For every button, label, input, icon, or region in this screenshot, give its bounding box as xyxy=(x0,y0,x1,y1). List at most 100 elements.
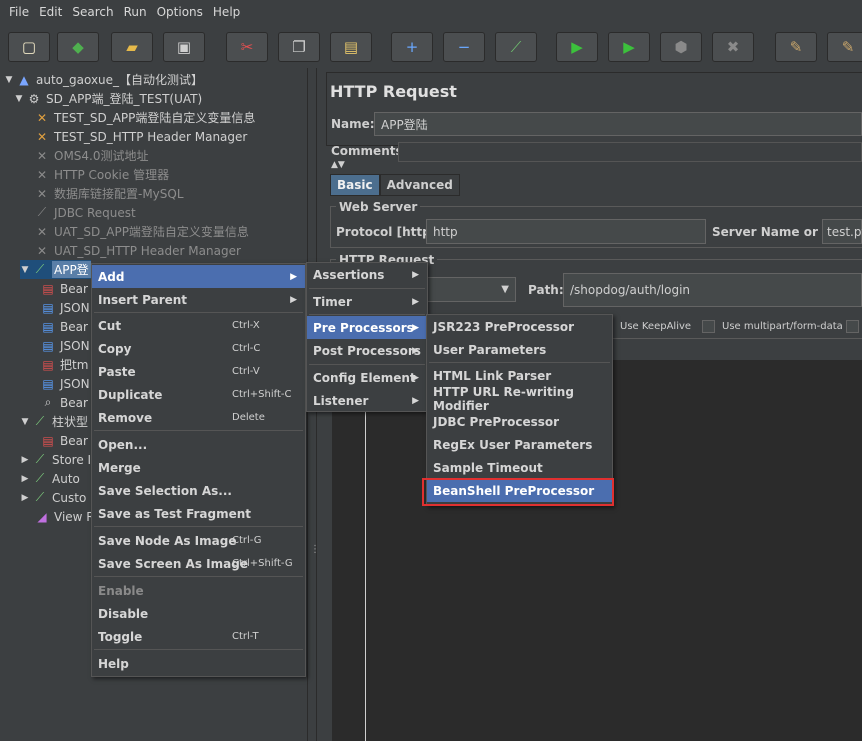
menu-item-save-selection-as[interactable]: Save Selection As... xyxy=(92,479,305,502)
menu-item-duplicate[interactable]: Duplicate Ctrl+Shift-C xyxy=(92,383,305,406)
tree-node[interactable]: ▼ ⟋ 柱状型 xyxy=(20,412,88,431)
collapsed-icon[interactable]: ▶ xyxy=(20,455,30,465)
menu-item-jdbc-preprocessor[interactable]: JDBC PreProcessor xyxy=(427,410,612,433)
expanded-icon[interactable]: ▼ xyxy=(14,94,24,104)
menu-item-post-processors[interactable]: Post Processors ▶ xyxy=(307,339,427,362)
tree-node[interactable]: ▶ ⟋ Custo xyxy=(20,488,87,507)
tree-node[interactable]: ◢ View R xyxy=(32,507,94,526)
menu-item-insert-parent[interactable]: Insert Parent ▶ xyxy=(92,288,305,311)
tree-node[interactable]: ✕ UAT_SD_APP端登陆自定义变量信息 xyxy=(32,222,249,241)
stop-icon: ⬢ xyxy=(674,38,688,56)
server-field[interactable]: test.pt xyxy=(822,219,862,244)
expanded-icon[interactable]: ▼ xyxy=(20,265,30,275)
menu-item-listener[interactable]: Listener ▶ xyxy=(307,389,427,412)
tree-node[interactable]: ✕ OMS4.0测试地址 xyxy=(32,146,149,165)
menu-item-paste[interactable]: Paste Ctrl-V xyxy=(92,360,305,383)
menu-item-sample-timeout[interactable]: Sample Timeout xyxy=(427,456,612,479)
menu-item-save-node-as-image[interactable]: Save Node As Image Ctrl-G xyxy=(92,529,305,552)
tree-node[interactable]: ✕ TEST_SD_HTTP Header Manager xyxy=(32,127,247,146)
tree-node-label: JSON xyxy=(60,376,90,391)
tab-basic[interactable]: Basic xyxy=(330,174,380,196)
tree-node[interactable]: ▼ ⟋ APP登 xyxy=(20,260,91,279)
method-select[interactable]: ▼ xyxy=(426,277,516,302)
tree-node[interactable]: ▤ 把tm xyxy=(38,355,88,374)
start-button[interactable]: ▶ xyxy=(556,32,598,62)
tab-advanced[interactable]: Advanced xyxy=(379,174,460,196)
menu-item-jsr223-preprocessor[interactable]: JSR223 PreProcessor xyxy=(427,315,612,338)
multipart-checkbox[interactable] xyxy=(846,320,859,333)
menu-item-remove[interactable]: Remove Delete xyxy=(92,406,305,429)
keepalive-checkbox[interactable] xyxy=(702,320,715,333)
menu-item-copy[interactable]: Copy Ctrl-C xyxy=(92,337,305,360)
menu-item-timer[interactable]: Timer ▶ xyxy=(307,290,427,313)
tree-node[interactable]: ✕ TEST_SD_APP端登陆自定义变量信息 xyxy=(32,108,255,127)
menu-item-regex-user-parameters[interactable]: RegEx User Parameters xyxy=(427,433,612,456)
protocol-field[interactable]: http xyxy=(426,219,706,244)
menu-item-cut[interactable]: Cut Ctrl-X xyxy=(92,314,305,337)
menu-help[interactable]: Help xyxy=(208,5,245,19)
stop-button[interactable]: ⬢ xyxy=(660,32,702,62)
tree-node[interactable]: ✕ 数据库链接配置-MySQL xyxy=(32,184,184,203)
paste-button[interactable]: ▤ xyxy=(330,32,372,62)
clear-all-button[interactable]: ✎ xyxy=(827,32,862,62)
multipart-label: Use multipart/form-data xyxy=(722,321,843,332)
tree-node[interactable]: ▶ ⟋ Store I xyxy=(20,450,92,469)
splitter-arrows-icon[interactable]: ▲▼ xyxy=(331,160,345,170)
name-field[interactable]: APP登陆 xyxy=(374,112,862,136)
tree-node[interactable]: ⌕ Bear xyxy=(38,393,88,412)
tree-node[interactable]: ▤ JSON xyxy=(38,336,89,355)
collapse-button[interactable]: − xyxy=(443,32,485,62)
start-no-pause-button[interactable]: ▶ xyxy=(608,32,650,62)
tree-node[interactable]: ▤ Bear xyxy=(38,431,88,450)
menu-item-http-url-re-writing-modifier[interactable]: HTTP URL Re-writing Modifier xyxy=(427,385,612,413)
menu-item-save-as-test-fragment[interactable]: Save as Test Fragment xyxy=(92,502,305,525)
tree-node-label: TEST_SD_HTTP Header Manager xyxy=(54,129,248,144)
save-button[interactable]: ▣ xyxy=(163,32,205,62)
tree-node[interactable]: ▼ ⚙ SD_APP端_登陆_TEST(UAT) xyxy=(14,89,203,108)
collapsed-icon[interactable]: ▶ xyxy=(20,493,30,503)
copy-button[interactable]: ❐ xyxy=(278,32,320,62)
tree-node[interactable]: ▤ Bear xyxy=(38,279,88,298)
tree-node[interactable]: ▶ ⟋ Auto xyxy=(20,469,80,488)
menu-run[interactable]: Run xyxy=(119,5,152,19)
menu-item-help[interactable]: Help xyxy=(92,652,305,675)
menu-edit[interactable]: Edit xyxy=(34,5,67,19)
tree-node-label: Bear xyxy=(60,395,88,410)
clear-button[interactable]: ✎ xyxy=(775,32,817,62)
copy-icon: ❐ xyxy=(292,38,306,56)
menu-item-merge[interactable]: Merge xyxy=(92,456,305,479)
open-button[interactable]: ▰ xyxy=(111,32,153,62)
expanded-icon[interactable]: ▼ xyxy=(4,75,14,85)
shortcut-label: Delete xyxy=(232,412,265,423)
menu-item-config-element[interactable]: Config Element ▶ xyxy=(307,366,427,389)
menu-item-add[interactable]: Add ▶ xyxy=(92,265,305,288)
new-button[interactable]: ▢ xyxy=(8,32,50,62)
templates-button[interactable]: ◆ xyxy=(57,32,99,62)
menu-item-toggle[interactable]: Toggle Ctrl-T xyxy=(92,625,305,648)
tree-node[interactable]: ⟋ JDBC Request xyxy=(32,203,136,222)
expanded-icon[interactable]: ▼ xyxy=(20,417,30,427)
tree-node[interactable]: ✕ HTTP Cookie 管理器 xyxy=(32,165,169,184)
collapsed-icon[interactable]: ▶ xyxy=(20,474,30,484)
tree-node[interactable]: ▤ JSON xyxy=(38,298,89,317)
tree-node[interactable]: ▤ Bear xyxy=(38,317,88,336)
tree-node[interactable]: ▤ JSON xyxy=(38,374,90,393)
path-field[interactable]: /shopdog/auth/login xyxy=(563,273,862,307)
menu-item-disable[interactable]: Disable xyxy=(92,602,305,625)
menu-item-enable[interactable]: Enable xyxy=(92,579,305,602)
comments-field[interactable] xyxy=(398,142,862,162)
cut-button[interactable]: ✂ xyxy=(226,32,268,62)
menu-options[interactable]: Options xyxy=(152,5,208,19)
menu-file[interactable]: File xyxy=(4,5,34,19)
tree-node[interactable]: ✕ UAT_SD_HTTP Header Manager xyxy=(32,241,241,260)
menu-item-save-screen-as-image[interactable]: Save Screen As Image Ctrl+Shift-G xyxy=(92,552,305,575)
menu-item-open[interactable]: Open... xyxy=(92,433,305,456)
toggle-button[interactable]: ⟋ xyxy=(495,32,537,62)
shutdown-button[interactable]: ✖ xyxy=(712,32,754,62)
menu-item-assertions[interactable]: Assertions ▶ xyxy=(307,263,427,286)
menu-search[interactable]: Search xyxy=(67,5,118,19)
expand-button[interactable]: + xyxy=(391,32,433,62)
tree-node[interactable]: ▼ ▲ auto_gaoxue_【自动化测试】 xyxy=(4,70,204,89)
menu-item-pre-processors[interactable]: Pre Processors ▶ xyxy=(307,316,427,339)
menu-item-user-parameters[interactable]: User Parameters xyxy=(427,338,612,361)
